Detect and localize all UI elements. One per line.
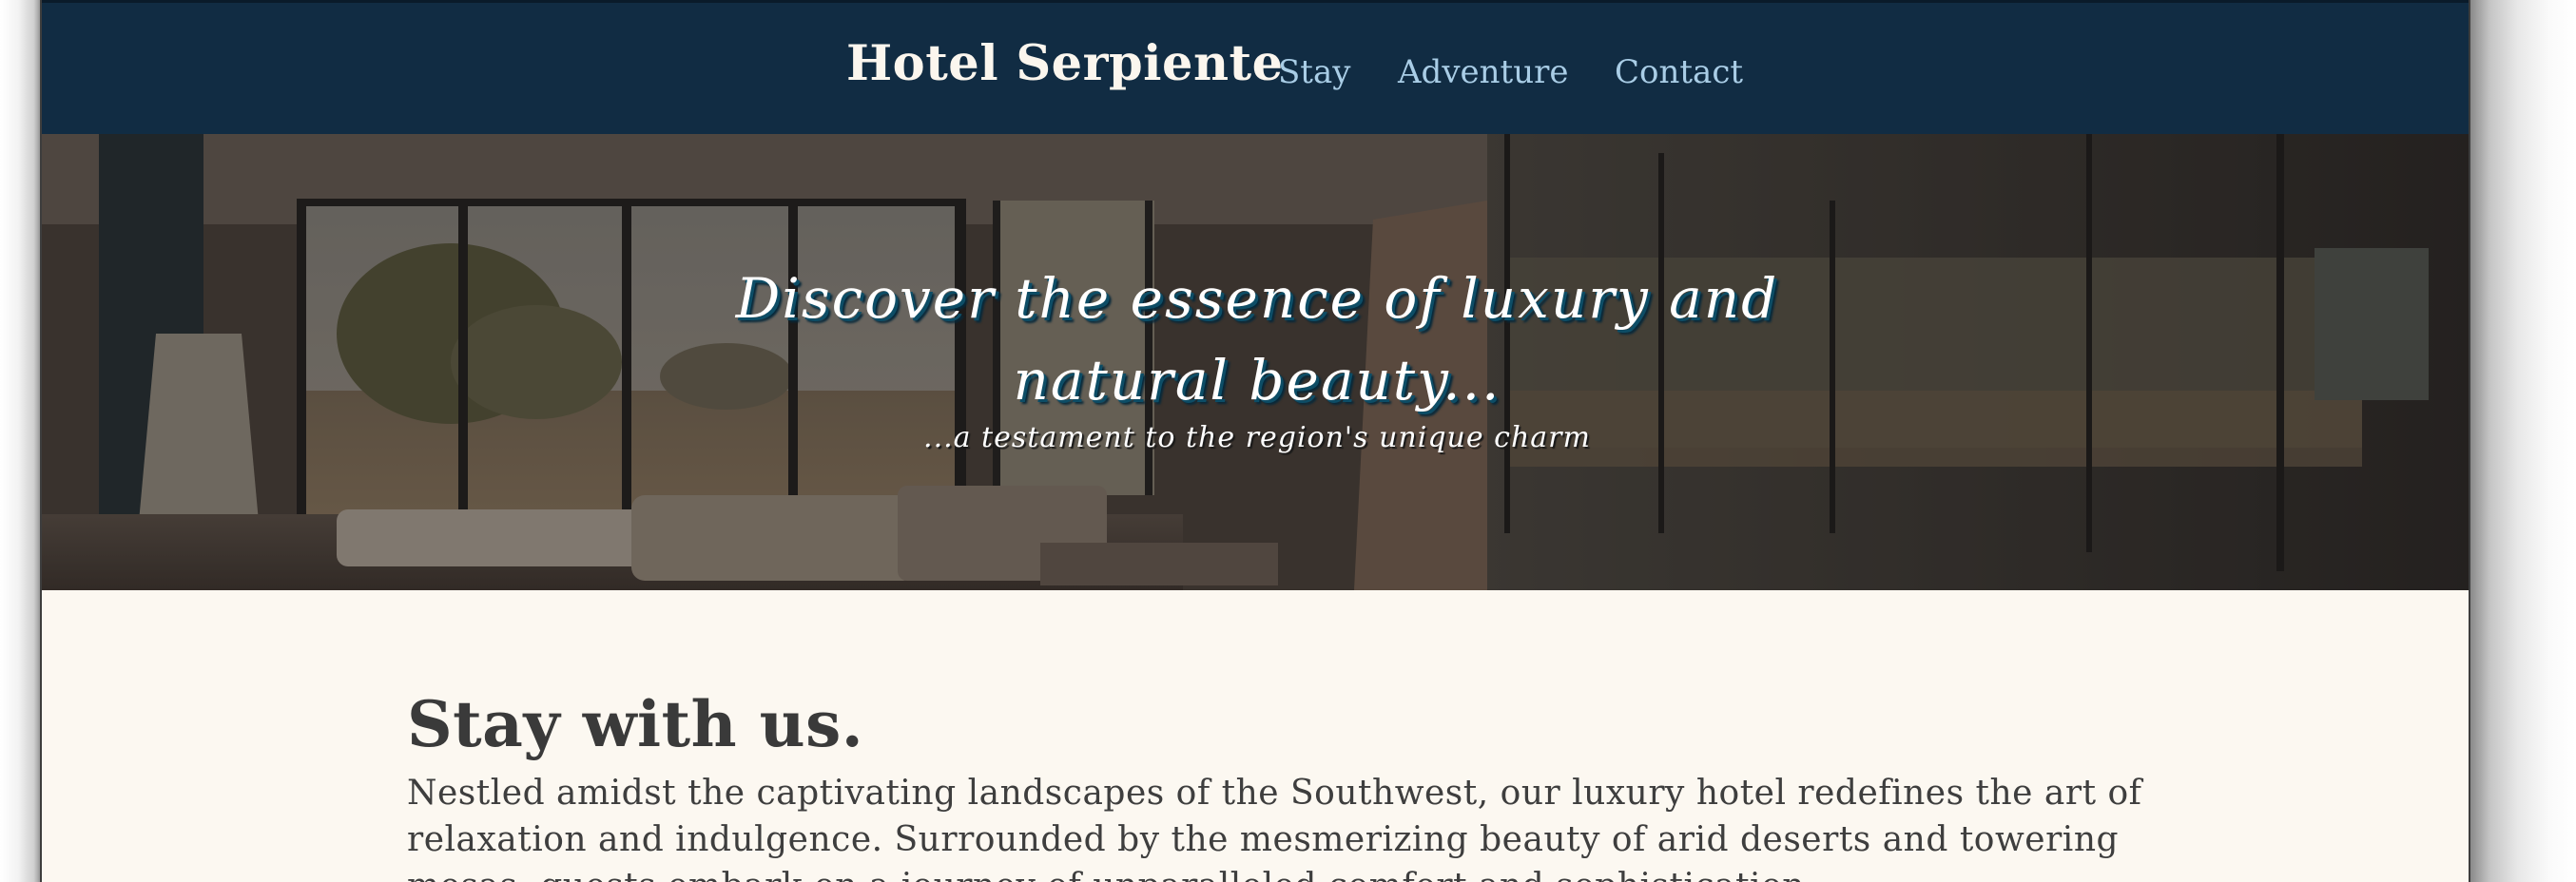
section-body: Nestled amidst the captivating landscape… (407, 774, 2142, 882)
hero-subtitle: ...a testament to the region's unique ch… (923, 421, 1591, 454)
nav-link-contact[interactable]: Contact (1615, 53, 1743, 91)
hero-title: Discover the essence of luxury and natur… (42, 258, 2469, 421)
hero-title-line-2: natural beauty... (1013, 348, 1501, 412)
section-heading: Stay with us. (407, 687, 864, 761)
site-brand[interactable]: Hotel Serpiente (846, 35, 1284, 92)
nav-link-stay[interactable]: Stay (1278, 53, 1350, 91)
window-shadow-left (0, 0, 40, 882)
browser-page: Hotel Serpiente Stay Adventure Contact D… (40, 0, 2470, 882)
stay-section: Stay with us. Nestled amidst the captiva… (407, 684, 2157, 882)
window-shadow-right (2470, 0, 2576, 882)
site-header: Hotel Serpiente Stay Adventure Contact (42, 0, 2469, 134)
nav-link-adventure[interactable]: Adventure (1398, 53, 1568, 91)
hero-banner: Discover the essence of luxury and natur… (42, 134, 2469, 590)
hero-title-line-1: Discover the essence of luxury and (735, 266, 1779, 331)
